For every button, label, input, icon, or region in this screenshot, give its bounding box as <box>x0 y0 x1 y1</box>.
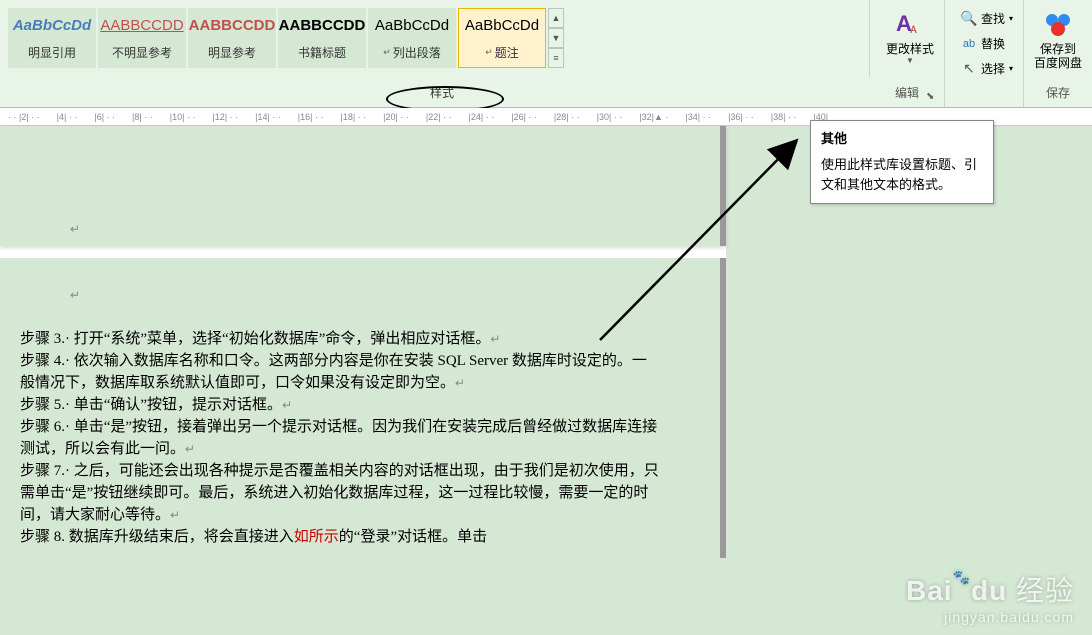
style-preview: AABBCCDD <box>99 12 185 40</box>
group-label-save: 保存 <box>1024 84 1092 101</box>
style-item-subtle-ref[interactable]: AABBCCDD 不明显参考 <box>98 8 186 68</box>
find-label: 查找 <box>981 10 1005 27</box>
style-label: ↵列出段落 <box>383 40 441 64</box>
editing-group: 🔍 查找 ▾ ab 替换 ↖ 选择 ▾ <box>944 0 1023 107</box>
find-icon: 🔍 <box>961 11 977 27</box>
style-preview: AaBbCcDd <box>369 12 455 40</box>
style-preview: AaBbCcDd <box>9 12 95 40</box>
style-label: ↵题注 <box>485 40 519 64</box>
gallery-down-button[interactable]: ▼ <box>548 28 564 48</box>
style-label: 不明显参考 <box>112 40 172 64</box>
find-button[interactable]: 🔍 查找 ▾ <box>957 8 1017 29</box>
gallery-expand-button[interactable]: ≡ <box>548 48 564 68</box>
replace-icon: ab <box>961 36 977 52</box>
document-text: 步骤 3.· 打开“系统”菜单，选择“初始化数据库”命令，弹出相应对话框。↵ 步… <box>20 328 660 548</box>
change-styles-button[interactable]: Aᴀ 更改样式 ▼ <box>882 8 938 65</box>
group-label-styles: 样式 <box>430 84 454 101</box>
baidu-cloud-icon[interactable] <box>1042 8 1074 40</box>
tooltip-body: 使用此样式库设置标题、引文和其他文本的格式。 <box>821 155 983 195</box>
style-preview: AaBbCcDd <box>459 12 545 40</box>
style-item-quote[interactable]: AaBbCcDd 明显引用 <box>8 8 96 68</box>
replace-button[interactable]: ab 替换 <box>957 33 1017 54</box>
select-icon: ↖ <box>961 61 977 77</box>
document-page[interactable]: ↵ 步骤 3.· 打开“系统”菜单，选择“初始化数据库”命令，弹出相应对话框。↵… <box>0 258 726 558</box>
select-button[interactable]: ↖ 选择 ▾ <box>957 58 1017 79</box>
change-styles-icon: Aᴀ <box>894 8 926 40</box>
style-preview: AABBCCDD <box>279 12 365 40</box>
style-item-book-title[interactable]: AABBCCDD 书籍标题 <box>278 8 366 68</box>
style-item-caption[interactable]: AaBbCcDd ↵题注 <box>458 8 546 68</box>
change-styles-label: 更改样式 <box>886 42 934 56</box>
styles-tooltip: 其他 使用此样式库设置标题、引文和其他文本的格式。 <box>810 120 994 204</box>
style-item-intense-ref[interactable]: AABBCCDD 明显参考 <box>188 8 276 68</box>
svg-text:ᴀ: ᴀ <box>910 20 917 36</box>
save-baidu-label: 保存到百度网盘 <box>1034 42 1082 70</box>
document-page-end: ↵ <box>0 126 726 246</box>
style-preview: AABBCCDD <box>189 12 275 40</box>
gallery-up-button[interactable]: ▲ <box>548 8 564 28</box>
save-group: 保存到百度网盘 保存 <box>1023 0 1092 107</box>
tooltip-title: 其他 <box>821 129 983 149</box>
replace-label: 替换 <box>981 35 1005 52</box>
style-label: 书籍标题 <box>298 40 346 64</box>
style-item-list-para[interactable]: AaBbCcDd ↵列出段落 <box>368 8 456 68</box>
style-label: 明显引用 <box>28 40 76 64</box>
style-label: 明显参考 <box>208 40 256 64</box>
select-label: 选择 <box>981 60 1005 77</box>
